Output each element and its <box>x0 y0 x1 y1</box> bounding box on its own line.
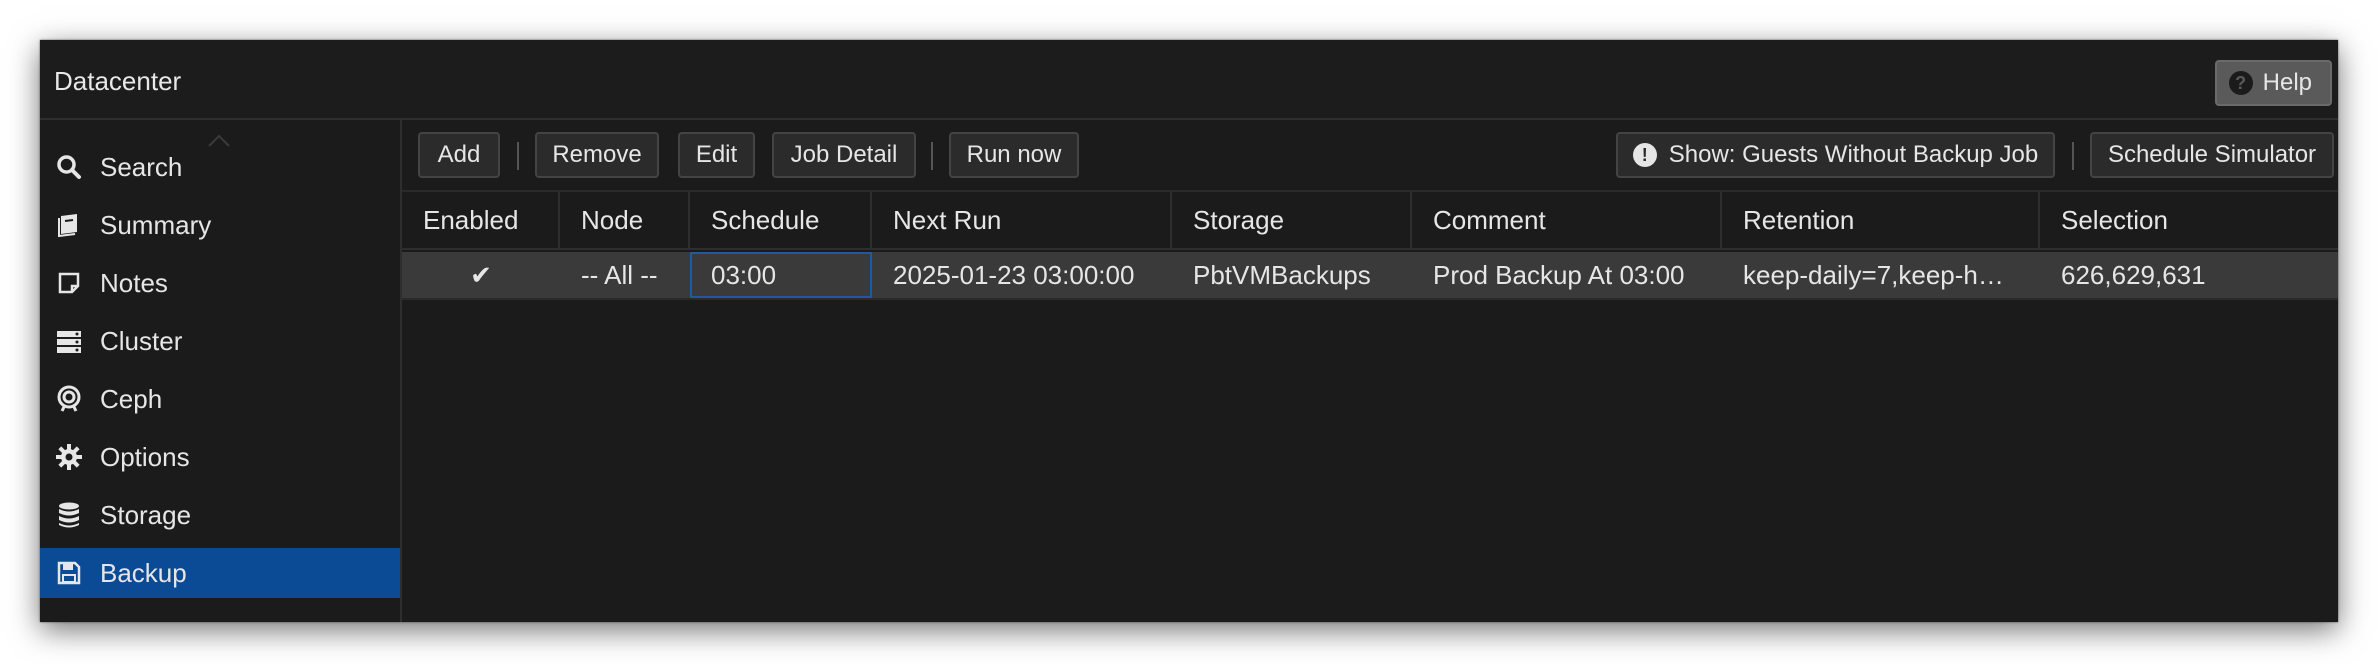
sidebar-item-options[interactable]: Options <box>40 432 400 482</box>
show-guests-without-backup-button[interactable]: ! Show: Guests Without Backup Job <box>1616 132 2055 178</box>
sidebar-item-ceph[interactable]: Ceph <box>40 374 400 424</box>
column-header-node[interactable]: Node <box>560 192 690 248</box>
database-icon <box>54 500 84 530</box>
toolbar-separator <box>931 142 933 170</box>
cell-retention: keep-daily=7,keep-h… <box>1743 259 2004 290</box>
cell-next-run: 2025-01-23 03:00:00 <box>893 259 1135 290</box>
enabled-checkmark-icon: ✔ <box>470 259 492 290</box>
column-header-enabled[interactable]: Enabled <box>402 192 560 248</box>
cell-selection: 626,629,631 <box>2061 259 2206 290</box>
title-bar: Datacenter ? Help <box>40 40 2338 120</box>
toolbar-separator <box>517 142 519 170</box>
remove-button[interactable]: Remove <box>535 132 659 178</box>
sidebar-item-label: Options <box>100 441 190 472</box>
column-header-schedule[interactable]: Schedule <box>690 192 872 248</box>
exclamation-icon: ! <box>1632 143 1657 167</box>
column-header-storage[interactable]: Storage <box>1172 192 1412 248</box>
column-header-selection[interactable]: Selection <box>2040 192 2338 248</box>
run-now-button[interactable]: Run now <box>949 132 1079 178</box>
ceph-icon <box>54 384 84 414</box>
sidebar-item-backup[interactable]: Backup <box>40 548 400 598</box>
edit-button[interactable]: Edit <box>678 132 755 178</box>
cell-schedule[interactable]: 03:00 <box>690 252 872 298</box>
column-header-retention[interactable]: Retention <box>1722 192 2040 248</box>
page-title: Datacenter <box>54 66 182 96</box>
show-guests-label: Show: Guests Without Backup Job <box>1668 141 2039 168</box>
sidebar-item-storage[interactable]: Storage <box>40 490 400 540</box>
backup-panel: Add Remove Edit Job Detail Run now ! Sho… <box>402 120 2338 622</box>
app-window: Datacenter ? Help Search Summary Notes C… <box>40 40 2338 622</box>
sidebar-item-label: Storage <box>100 499 192 530</box>
search-icon <box>54 152 84 182</box>
book-icon <box>54 210 84 240</box>
job-detail-button[interactable]: Job Detail <box>772 132 916 178</box>
cell-comment: Prod Backup At 03:00 <box>1433 259 1685 290</box>
sidebar-item-notes[interactable]: Notes <box>40 258 400 308</box>
sidebar-item-label: Cluster <box>100 325 183 356</box>
sidebar: Search Summary Notes Cluster Ceph Option… <box>40 120 402 622</box>
floppy-disk-icon <box>54 558 84 588</box>
sidebar-item-label: Search <box>100 151 183 182</box>
question-icon: ? <box>2228 71 2253 95</box>
sidebar-item-label: Ceph <box>100 383 163 414</box>
toolbar: Add Remove Edit Job Detail Run now ! Sho… <box>402 120 2338 192</box>
sidebar-item-search[interactable]: Search <box>40 142 400 192</box>
help-label: Help <box>2262 69 2312 96</box>
column-header-comment[interactable]: Comment <box>1412 192 1722 248</box>
sidebar-item-label: Backup <box>100 557 187 588</box>
sidebar-item-label: Notes <box>100 267 168 298</box>
add-button[interactable]: Add <box>418 132 500 178</box>
table-row[interactable]: ✔ -- All -- 03:00 2025-01-23 03:00:00 Pb… <box>402 252 2338 300</box>
sidebar-item-summary[interactable]: Summary <box>40 200 400 250</box>
toolbar-separator <box>2072 142 2074 170</box>
cell-storage: PbtVMBackups <box>1193 259 1371 290</box>
help-button[interactable]: ? Help <box>2214 60 2332 106</box>
schedule-simulator-button[interactable]: Schedule Simulator <box>2090 132 2334 178</box>
cell-node: -- All -- <box>581 259 658 290</box>
sticky-note-icon <box>54 268 84 298</box>
table-header: Enabled Node Schedule Next Run Storage C… <box>402 192 2338 250</box>
gear-icon <box>54 442 84 472</box>
sidebar-item-cluster[interactable]: Cluster <box>40 316 400 366</box>
sidebar-item-label: Summary <box>100 209 212 240</box>
server-icon <box>54 326 84 356</box>
column-header-next-run[interactable]: Next Run <box>872 192 1172 248</box>
